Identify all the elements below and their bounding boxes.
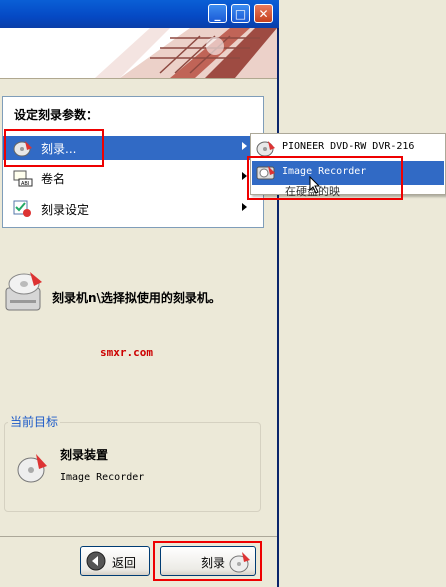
disc-drive-large-icon <box>4 270 44 321</box>
watermark-text: smxr.com <box>100 346 153 359</box>
highlight-box <box>247 156 403 200</box>
close-icon: ✕ <box>258 6 269 21</box>
target-title: 刻录装置 <box>60 448 109 462</box>
target-device-icon <box>16 450 48 489</box>
current-target-legend: 当前目标 <box>8 413 61 430</box>
separator <box>0 536 277 537</box>
volume-label-icon: ABI <box>13 169 33 187</box>
panel-title: 设定刻录参数： <box>14 108 99 122</box>
background-area <box>279 0 446 587</box>
minimize-button[interactable]: _ <box>208 4 227 23</box>
svg-text:ABI: ABI <box>21 181 29 187</box>
submenu-arrow-icon <box>242 203 247 211</box>
menu-item-volume-name[interactable]: ABI 卷名 <box>3 166 261 190</box>
back-arrow-icon <box>86 551 106 574</box>
burn-settings-icon <box>13 200 33 218</box>
menu-item-burn-settings[interactable]: 刻录设定 <box>3 197 261 221</box>
menu-item-burn-settings-label: 刻录设定 <box>41 203 90 217</box>
minimize-icon: _ <box>214 6 221 21</box>
highlight-box <box>153 541 262 581</box>
disc-drive-icon <box>256 139 276 157</box>
status-message: 刻录机n\选择拟使用的刻录机。 <box>52 291 221 305</box>
maximize-icon: □ <box>234 6 247 21</box>
back-button-label: 返回 <box>112 556 137 570</box>
menu-item-volume-name-label: 卷名 <box>41 172 66 186</box>
back-button[interactable]: 返回 <box>80 546 150 576</box>
target-value: Image Recorder <box>60 472 145 483</box>
mouse-cursor-icon <box>309 175 321 197</box>
header-banner-image <box>0 28 277 79</box>
highlight-box <box>4 129 104 167</box>
submenu-item-pioneer-label: PIONEER DVD-RW DVR-216 <box>282 141 415 152</box>
submenu-arrow-icon <box>242 142 247 150</box>
maximize-button[interactable]: □ <box>231 4 250 23</box>
close-button[interactable]: ✕ <box>254 4 273 23</box>
